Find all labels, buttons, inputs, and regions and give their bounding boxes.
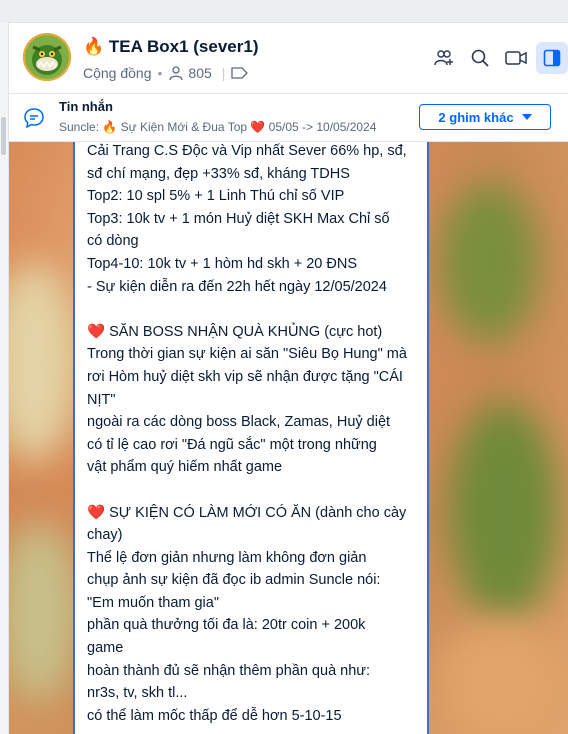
message-line: game <box>87 640 124 657</box>
message-line: vật phẩm quý hiếm nhất game <box>87 459 283 476</box>
message-line: chay) <box>87 527 123 544</box>
more-pins-label: 2 ghim khác <box>438 109 514 125</box>
conversation-title[interactable]: 🔥 TEA Box1 (sever1) <box>83 37 259 57</box>
message-line: nr3s, tv, skh tl... <box>87 685 188 702</box>
left-rail-scroll-handle[interactable] <box>1 117 6 155</box>
divider: | <box>221 65 226 81</box>
message-line: Top4-10: 10k tv + 1 hòm hd skh + 20 ĐNS <box>87 255 358 272</box>
caret-down-icon <box>521 114 532 120</box>
message-line: "Em muốn tham gia" <box>87 594 219 611</box>
pinned-summary[interactable]: Suncle: 🔥 Sự Kiện Mới & Đua Top ❤️ 05/05… <box>59 120 407 134</box>
background-blur <box>9 262 79 462</box>
message-line: - Sự kiện diễn ra đến 22h hết ngày 12/05… <box>87 278 387 295</box>
message-line: Trong thời gian sự kiện ai săn "Siêu Bọ … <box>87 346 407 363</box>
pinned-message-bar[interactable]: Tin nhắn Suncle: 🔥 Sự Kiện Mới & Đua Top… <box>9 94 568 142</box>
pinned-label: Tin nhắn <box>59 99 113 114</box>
message-line: sđ chí mạng, đẹp +33% sđ, kháng TDHS <box>87 165 350 182</box>
window-top-strip <box>0 0 568 23</box>
community-label: Cộng đồng <box>83 65 152 81</box>
message-line: Top2: 10 spl 5% + 1 Linh Thú chỉ số VIP <box>87 188 345 205</box>
message-line: hoàn thành đủ sẽ nhận thêm phần quà như: <box>87 662 371 679</box>
separator-dot: • <box>157 65 163 81</box>
background-blur <box>439 182 539 342</box>
video-icon[interactable] <box>500 42 532 74</box>
left-rail <box>0 22 9 734</box>
message-line: phần quà thưởng tối đa là: 20tr coin + 2… <box>87 617 366 634</box>
message-line: có tỉ lệ cao rơi "Đá ngũ sắc" một trong … <box>87 436 377 453</box>
more-pins-button[interactable]: 2 ghim khác <box>419 104 551 130</box>
add-group-icon[interactable] <box>428 42 460 74</box>
message-bubble[interactable]: Cải Trang C.S Độc và Vip nhất Sever 66% … <box>73 142 429 734</box>
members-icon[interactable] <box>168 65 184 81</box>
chat-bubble-icon <box>23 107 45 134</box>
group-avatar[interactable] <box>23 33 71 81</box>
message-line: NỊT" <box>87 391 116 408</box>
background-blur <box>9 522 79 702</box>
message-line: chụp ảnh sự kiện đã đọc ib admin Suncle … <box>87 572 381 589</box>
search-icon[interactable] <box>464 42 496 74</box>
header-actions <box>424 42 568 74</box>
message-line: có dòng <box>87 233 139 250</box>
member-count[interactable]: 805 <box>188 65 211 81</box>
message-line: ngoài ra các dòng boss Black, Zamas, Huỷ… <box>87 414 391 431</box>
background-blur <box>439 622 559 734</box>
message-line: Cải Trang C.S Độc và Vip nhất Sever 66% … <box>87 143 407 159</box>
message-line: rơi Hòm huỷ diệt skh vip sẽ nhận được tặ… <box>87 368 403 385</box>
background-blur <box>449 402 559 622</box>
tag-icon[interactable] <box>231 66 249 80</box>
message-line: có thể làm mốc thấp để dễ hơn 5-10-15 <box>87 707 342 724</box>
message-line: ❤️ SĂN BOSS NHẬN QUÀ KHỦNG (cực hot) <box>87 323 383 340</box>
message-text: Cải Trang C.S Độc và Vip nhất Sever 66% … <box>87 142 421 727</box>
conversation-header: 🔥 TEA Box1 (sever1) Cộng đồng • 805 | <box>9 23 568 94</box>
message-line: Thể lệ đơn giản nhưng làm không đơn giản <box>87 549 367 566</box>
message-line: Top3: 10k tv + 1 món Huỷ diệt SKH Max Ch… <box>87 210 390 227</box>
message-line: ❤️ SỰ KIỆN CÓ LÀM MỚI CÓ ĂN (dành cho cà… <box>87 504 407 521</box>
chat-area: Cải Trang C.S Độc và Vip nhất Sever 66% … <box>9 142 568 734</box>
sidebar-toggle-icon[interactable] <box>536 42 568 74</box>
conversation-subtitle: Cộng đồng • 805 | <box>83 65 249 81</box>
